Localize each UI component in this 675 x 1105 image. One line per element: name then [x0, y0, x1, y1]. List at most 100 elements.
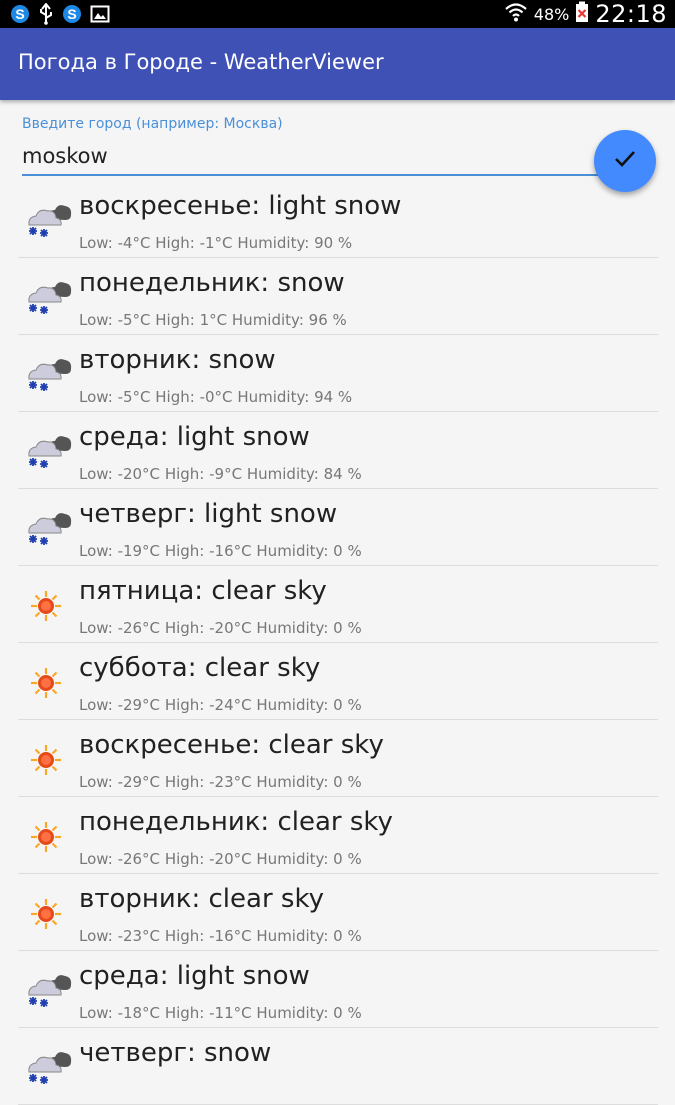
sun-icon: [23, 892, 73, 932]
low-value: -19°C: [117, 542, 161, 560]
low-label: Low:: [79, 696, 113, 714]
forecast-details: Low: -5°C High: -0°C Humidity: 94 %: [79, 388, 352, 406]
forecast-item[interactable]: среда: light snow Low: -18°C High: -11°C …: [18, 951, 658, 1028]
high-label: High:: [164, 927, 205, 945]
forecast-title: воскресенье: clear sky: [79, 730, 384, 760]
battery-percent: 48%: [533, 4, 570, 24]
high-value: -9°C: [209, 465, 243, 483]
snow-cloud-icon: [23, 507, 73, 547]
sun-icon: [23, 661, 73, 701]
humidity-value: 90 %: [314, 234, 353, 252]
forecast-title: понедельник: clear sky: [79, 807, 393, 837]
low-label: Low:: [79, 1004, 113, 1022]
snow-cloud-icon: [23, 430, 73, 470]
wifi-icon: [504, 1, 528, 27]
low-value: -5°C: [117, 311, 151, 329]
low-value: -26°C: [117, 619, 161, 637]
low-label: Low:: [79, 927, 113, 945]
high-value: -11°C: [209, 1004, 252, 1022]
humidity-value: 0 %: [333, 619, 362, 637]
low-label: Low:: [79, 773, 113, 791]
city-input-label: Введите город (например: Москва): [22, 116, 283, 132]
high-value: -1°C: [199, 234, 233, 252]
high-label: High:: [164, 542, 205, 560]
high-label: High:: [164, 1004, 205, 1022]
low-label: Low:: [79, 542, 113, 560]
forecast-item[interactable]: суббота: clear sky Low: -29°C High: -24°C…: [18, 643, 658, 720]
forecast-title: пятница: clear sky: [79, 576, 327, 606]
forecast-item[interactable]: понедельник: clear sky Low: -26°C High: -…: [18, 797, 658, 874]
city-input-container: Введите город (например: Москва): [22, 116, 622, 176]
humidity-value: 96 %: [308, 311, 347, 329]
forecast-item[interactable]: воскресенье: clear sky Low: -29°C High: -…: [18, 720, 658, 797]
low-label: Low:: [79, 850, 113, 868]
status-bar: S S 48% 22:18: [0, 0, 675, 28]
low-value: -29°C: [117, 773, 161, 791]
check-icon: [614, 150, 636, 172]
low-value: -20°C: [117, 465, 161, 483]
forecast-item[interactable]: вторник: snow Low: -5°C High: -0°C Humidi…: [18, 335, 658, 412]
city-input[interactable]: [22, 144, 602, 176]
forecast-item[interactable]: среда: light snow Low: -20°C High: -9°C H…: [18, 412, 658, 489]
forecast-item[interactable]: вторник: clear sky Low: -23°C High: -16°C…: [18, 874, 658, 951]
humidity-value: 94 %: [314, 388, 353, 406]
humidity-value: 0 %: [333, 1004, 362, 1022]
low-label: Low:: [79, 619, 113, 637]
low-value: -26°C: [117, 850, 161, 868]
forecast-item[interactable]: пятница: clear sky Low: -26°C High: -20°C…: [18, 566, 658, 643]
forecast-item[interactable]: четверг: snow: [18, 1028, 658, 1105]
humidity-label: Humidity:: [231, 311, 304, 329]
low-label: Low:: [79, 388, 113, 406]
forecast-details: Low: -18°C High: -11°C Humidity: 0 %: [79, 1004, 362, 1022]
high-label: High:: [155, 311, 195, 329]
high-value: -16°C: [209, 542, 252, 560]
forecast-details: Low: -5°C High: 1°C Humidity: 96 %: [79, 311, 347, 329]
low-label: Low:: [79, 311, 113, 329]
low-value: -18°C: [117, 1004, 161, 1022]
forecast-item[interactable]: воскресенье: light snow Low: -4°C High: -…: [18, 181, 658, 258]
forecast-title: суббота: clear sky: [79, 653, 321, 683]
high-label: High:: [164, 773, 205, 791]
gallery-icon: [90, 4, 110, 28]
notification-icons: S S: [10, 2, 110, 29]
forecast-details: Low: -19°C High: -16°C Humidity: 0 %: [79, 542, 362, 560]
humidity-label: Humidity:: [256, 619, 329, 637]
humidity-value: 0 %: [333, 773, 362, 791]
high-value: -24°C: [209, 696, 252, 714]
humidity-label: Humidity:: [246, 465, 319, 483]
forecast-details: Low: -29°C High: -24°C Humidity: 0 %: [79, 696, 362, 714]
forecast-list[interactable]: воскресенье: light snow Low: -4°C High: -…: [18, 181, 658, 1105]
forecast-title: вторник: clear sky: [79, 884, 324, 914]
high-label: High:: [155, 234, 195, 252]
high-value: -20°C: [209, 850, 252, 868]
snow-cloud-icon: [23, 276, 73, 316]
snow-cloud-icon: [23, 1046, 73, 1086]
high-label: High:: [164, 850, 205, 868]
forecast-item[interactable]: четверг: light snow Low: -19°C High: -16°…: [18, 489, 658, 566]
high-label: High:: [155, 388, 195, 406]
sun-icon: [23, 815, 73, 855]
forecast-title: среда: light snow: [79, 422, 310, 452]
battery-icon: [575, 1, 589, 27]
humidity-label: Humidity:: [256, 927, 329, 945]
low-label: Low:: [79, 234, 113, 252]
forecast-item[interactable]: понедельник: snow Low: -5°C High: 1°C Hum…: [18, 258, 658, 335]
forecast-details: Low: -20°C High: -9°C Humidity: 84 %: [79, 465, 362, 483]
system-icons: 48% 22:18: [504, 0, 667, 28]
humidity-label: Humidity:: [237, 234, 310, 252]
high-value: -20°C: [209, 619, 252, 637]
high-value: -0°C: [199, 388, 233, 406]
forecast-title: понедельник: snow: [79, 268, 345, 298]
usb-icon: [38, 2, 54, 29]
low-value: -23°C: [117, 927, 161, 945]
app-bar: Погода в Городе - WeatherViewer: [0, 28, 675, 100]
high-label: High:: [164, 619, 205, 637]
forecast-details: Low: -23°C High: -16°C Humidity: 0 %: [79, 927, 362, 945]
app-title: Погода в Городе - WeatherViewer: [18, 50, 384, 74]
low-label: Low:: [79, 465, 113, 483]
low-value: -4°C: [117, 234, 151, 252]
svg-text:S: S: [15, 6, 24, 22]
forecast-details: Low: -26°C High: -20°C Humidity: 0 %: [79, 850, 362, 868]
sun-icon: [23, 738, 73, 778]
high-label: High:: [164, 696, 205, 714]
